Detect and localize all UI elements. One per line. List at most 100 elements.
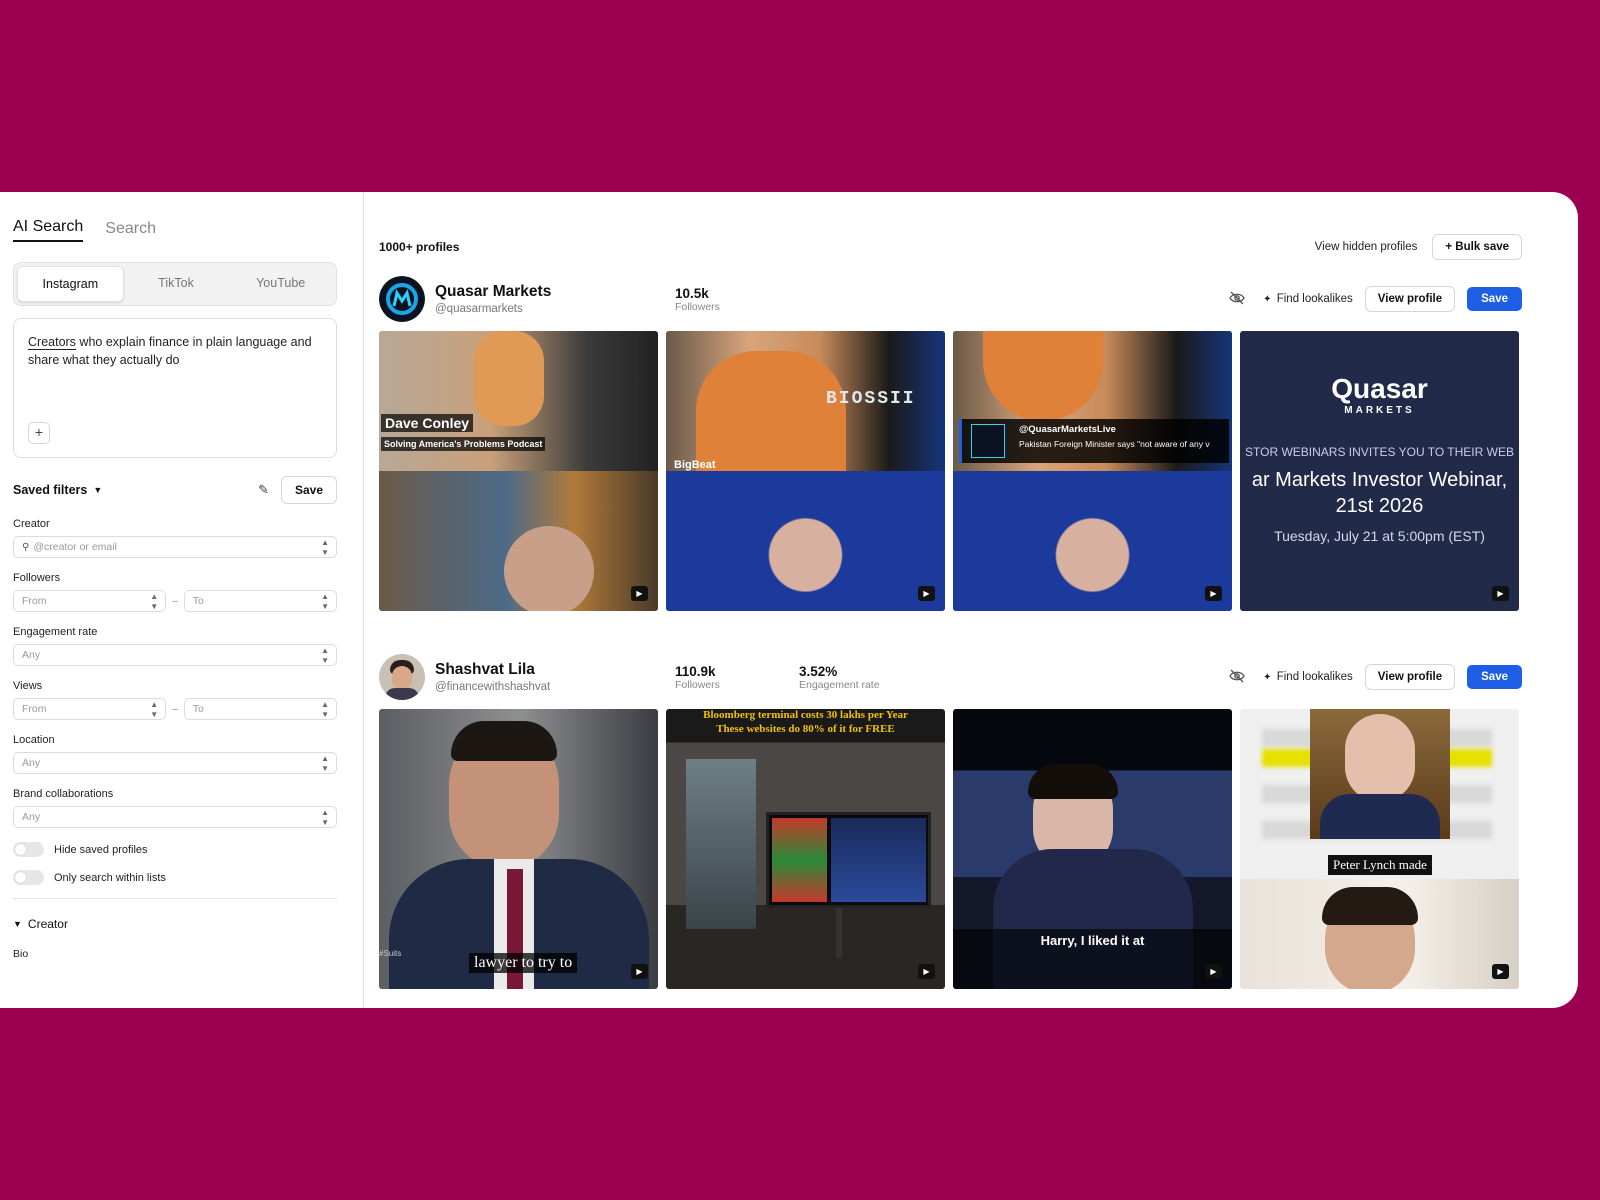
followers-filter-label: Followers: [13, 572, 61, 584]
followers-stat: 110.9k Followers: [675, 664, 799, 691]
profile-name[interactable]: Quasar Markets: [435, 283, 675, 301]
followers-stat: 10.5k Followers: [675, 286, 799, 313]
select-arrows-icon: ▲ ▼: [321, 592, 329, 611]
view-hidden-link[interactable]: View hidden profiles: [1315, 241, 1418, 253]
views-filter-label: Views: [13, 680, 43, 692]
any-text: Any: [22, 811, 41, 823]
post-line-2: ar Markets Investor Webinar,: [1251, 469, 1508, 491]
tab-search[interactable]: Search: [105, 220, 156, 242]
post-caption: lawyer to try to: [469, 953, 578, 973]
followers-from-select[interactable]: From ▲ ▼: [13, 590, 167, 612]
from-text: From: [22, 595, 47, 607]
select-arrows-icon: ▲ ▼: [321, 646, 329, 665]
post-caption: Peter Lynch made: [1328, 855, 1432, 875]
platform-tab-youtube[interactable]: YouTube: [228, 266, 333, 302]
post-thumbnail[interactable]: Bloomberg terminal costs 30 lakhs per Ye…: [666, 709, 945, 989]
sparkle-icon: ✦: [1263, 294, 1272, 305]
brand-filter-label: Brand collaborations: [13, 788, 114, 800]
profile-card: Quasar Markets @quasarmarkets 10.5k Foll…: [379, 271, 1522, 611]
save-profile-button[interactable]: Save: [1467, 665, 1522, 689]
post-caption: Harry, I liked it at: [1040, 933, 1145, 948]
platform-switcher: Instagram TikTok YouTube: [13, 262, 337, 306]
views-from-select[interactable]: From ▲ ▼: [13, 698, 167, 720]
post-headline-1: Bloomberg terminal costs 30 lakhs per Ye…: [703, 709, 908, 721]
post-thumbnail[interactable]: Quasar MARKETS STOR WEBINARS INVITES YOU…: [1240, 331, 1519, 611]
post-line-4: Tuesday, July 21 at 5:00pm (EST): [1274, 528, 1485, 544]
range-dash: –: [172, 595, 178, 607]
view-profile-button[interactable]: View profile: [1364, 286, 1456, 312]
any-text: Any: [22, 649, 41, 661]
select-arrows-icon: ▲ ▼: [321, 700, 329, 719]
followers-value: 110.9k: [675, 663, 716, 679]
video-icon: ▶: [918, 964, 935, 979]
post-thumbnail[interactable]: Peter Lynch made ▶: [1240, 709, 1519, 989]
post-overlay-news: Pakistan Foreign Minister says "not awar…: [1019, 439, 1210, 449]
chevron-down-icon: ▼: [93, 485, 103, 495]
avatar[interactable]: [379, 654, 425, 700]
post-line-1: STOR WEBINARS INVITES YOU TO THEIR WEB: [1245, 445, 1514, 459]
save-filters-button[interactable]: Save: [280, 476, 337, 504]
views-range: From ▲ ▼ – To ▲ ▼: [13, 698, 337, 720]
hide-saved-row: Hide saved profiles: [13, 842, 337, 857]
platform-tab-instagram[interactable]: Instagram: [17, 266, 124, 302]
engagement-select[interactable]: Any ▲ ▼: [13, 644, 337, 666]
platform-tab-tiktok[interactable]: TikTok: [124, 266, 229, 302]
view-profile-button[interactable]: View profile: [1364, 664, 1456, 690]
ai-prompt-input[interactable]: Creators who explain finance in plain la…: [13, 318, 337, 458]
select-arrows-icon: ▲ ▼: [321, 808, 329, 827]
post-thumbnail[interactable]: Dave Conley Solving America's Problems P…: [379, 331, 658, 611]
search-icon: ⚲: [22, 542, 30, 553]
find-lookalikes-label: Find lookalikes: [1276, 671, 1353, 683]
search-mode-tabs: AI Search Search: [13, 218, 337, 242]
location-select[interactable]: Any ▲ ▼: [13, 752, 337, 774]
hide-profile-icon[interactable]: [1229, 291, 1245, 308]
post-caption-name: Dave Conley: [381, 414, 474, 432]
add-attachment-button[interactable]: +: [28, 422, 50, 444]
find-lookalikes-label: Find lookalikes: [1276, 293, 1353, 305]
video-icon: ▶: [1205, 964, 1222, 979]
app-window: AI Search Search Instagram TikTok YouTub…: [0, 192, 1578, 1008]
find-lookalikes-button[interactable]: ✦ Find lookalikes: [1263, 293, 1353, 305]
bulk-save-button[interactable]: + Bulk save: [1432, 234, 1522, 260]
hide-saved-toggle[interactable]: [13, 842, 44, 857]
post-brand-logo: Quasar: [1331, 373, 1428, 404]
to-text: To: [192, 595, 204, 607]
select-arrows-icon: ▲ ▼: [150, 592, 159, 611]
followers-label: Followers: [675, 300, 720, 313]
profile-card: Shashvat Lila @financewithshashvat 110.9…: [379, 649, 1522, 989]
profile-count: 1000+ profiles: [379, 240, 460, 254]
video-icon: ▶: [631, 964, 648, 979]
post-thumbnail[interactable]: lawyer to try to #Suits ▶: [379, 709, 658, 989]
post-thumbnail[interactable]: Harry, I liked it at ▶: [953, 709, 1232, 989]
post-thumbnail[interactable]: BIOSSII BigBeat ▶: [666, 331, 945, 611]
post-grid: Dave Conley Solving America's Problems P…: [379, 331, 1522, 611]
pencil-icon[interactable]: ✎: [258, 482, 269, 498]
saved-filters-label: Saved filters: [13, 483, 88, 497]
creator-section-toggle[interactable]: ▼ Creator: [13, 917, 337, 931]
save-profile-button[interactable]: Save: [1467, 287, 1522, 311]
tab-ai-search[interactable]: AI Search: [13, 218, 84, 242]
profile-header: Quasar Markets @quasarmarkets 10.5k Foll…: [379, 271, 1522, 327]
hide-profile-icon[interactable]: [1229, 669, 1245, 686]
profile-name[interactable]: Shashvat Lila: [435, 661, 675, 679]
followers-value: 10.5k: [675, 285, 709, 301]
saved-filters-dropdown[interactable]: Saved filters ▼: [13, 483, 102, 497]
divider: [13, 898, 337, 899]
followers-to-select[interactable]: To ▲ ▼: [183, 590, 337, 612]
lists-only-toggle[interactable]: [13, 870, 44, 885]
to-text: To: [192, 703, 204, 715]
saved-filters-header: Saved filters ▼ ✎ Save: [13, 476, 337, 504]
creator-section-label: Creator: [27, 917, 68, 931]
profile-header: Shashvat Lila @financewithshashvat 110.9…: [379, 649, 1522, 705]
avatar[interactable]: [379, 276, 425, 322]
post-thumbnail[interactable]: @QuasarMarketsLive Pakistan Foreign Mini…: [953, 331, 1232, 611]
post-grid: lawyer to try to #Suits ▶ Bloomberg term…: [379, 709, 1522, 989]
creator-search-input[interactable]: ⚲ @creator or email ▲ ▼: [13, 536, 337, 558]
select-arrows-icon: ▲ ▼: [150, 700, 159, 719]
find-lookalikes-button[interactable]: ✦ Find lookalikes: [1263, 671, 1353, 683]
profile-handle: @financewithshashvat: [435, 681, 551, 693]
followers-range: From ▲ ▼ – To ▲ ▼: [13, 590, 337, 612]
brand-select[interactable]: Any ▲ ▼: [13, 806, 337, 828]
views-to-select[interactable]: To ▲ ▼: [183, 698, 337, 720]
creator-placeholder: @creator or email: [33, 541, 117, 553]
